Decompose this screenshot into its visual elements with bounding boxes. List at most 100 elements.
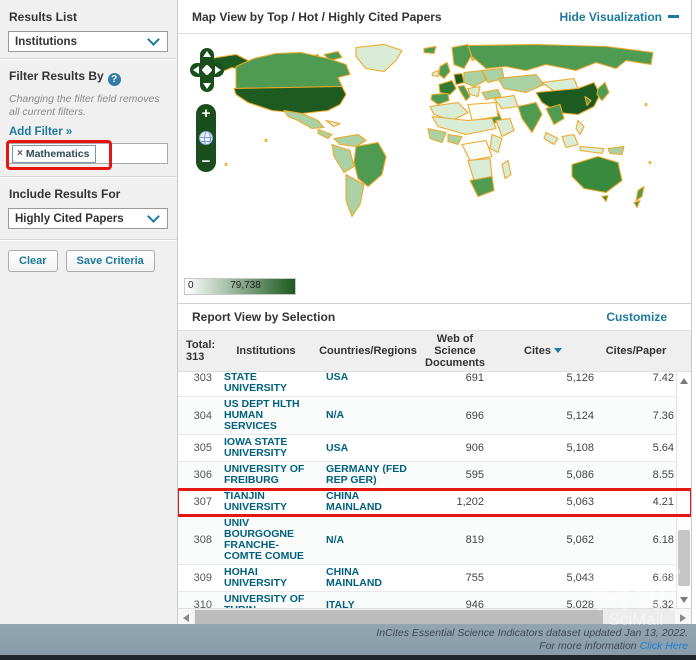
table-row[interactable]: 307TIANJINUNIVERSITYCHINAMAINLAND1,2025,… [178, 489, 677, 516]
row-rank: 305 [180, 442, 216, 454]
table-body-rows: 303INSTITUTE &STATEUNIVERSITYUSA6915,126… [178, 372, 677, 608]
include-results-select[interactable]: Highly Cited Papers [8, 208, 168, 229]
column-header-docs[interactable]: Web of Science Documents [420, 333, 490, 369]
institution-link[interactable]: US DEPT HLTHHUMANSERVICES [216, 399, 316, 432]
cites-per-paper-cell: 7.36 [596, 410, 676, 422]
clear-button[interactable]: Clear [8, 250, 58, 272]
zoom-in-button[interactable]: + [202, 107, 211, 121]
vertical-scrollbar-thumb[interactable] [678, 530, 690, 586]
country-cell: GERMANY (FEDREP GER) [316, 464, 420, 486]
include-results-selected-value: Highly Cited Papers [9, 213, 149, 225]
institution-link[interactable]: UNIVBOURGOGNEFRANCHE-COMTE COMUE [216, 518, 316, 562]
horizontal-scrollbar-thumb[interactable] [195, 610, 603, 625]
app-window: Results List Institutions Filter Results… [0, 0, 696, 660]
institution-link[interactable]: UNIVERSITY OFFREIBURG [216, 464, 316, 486]
institution-link[interactable]: IOWA STATEUNIVERSITY [216, 437, 316, 459]
add-filter-link[interactable]: Add Filter » [9, 126, 169, 138]
row-rank: 306 [180, 469, 216, 481]
institution-link[interactable]: INSTITUTE &STATEUNIVERSITY [216, 372, 316, 394]
table-row[interactable]: 305IOWA STATEUNIVERSITYUSA9065,1085.64 [178, 435, 677, 462]
results-list-selected-value: Institutions [9, 36, 149, 48]
hide-visualization-link[interactable]: Hide Visualization [560, 10, 679, 24]
docs-cell: 696 [420, 410, 490, 422]
docs-cell: 691 [420, 372, 490, 384]
cites-per-paper-cell: 4.21 [596, 496, 676, 508]
cites-cell: 5,063 [490, 496, 596, 508]
map-view-title: Map View by Top / Hot / Highly Cited Pap… [192, 10, 442, 24]
cites-cell: 5,086 [490, 469, 596, 481]
choropleth-map-svg[interactable] [206, 42, 658, 252]
country-cell: N/A [316, 410, 420, 421]
vertical-scrollbar[interactable] [676, 372, 691, 608]
country-cell: CHINAMAINLAND [316, 567, 420, 589]
help-icon[interactable]: ? [108, 73, 121, 86]
row-rank: 310 [180, 599, 216, 608]
world-map[interactable]: + − [178, 34, 691, 274]
footer-bar: InCites Essential Science Indicators dat… [0, 624, 696, 655]
chevron-down-icon [147, 210, 160, 223]
institution-link[interactable]: UNIVERSITY OFTURIN [216, 594, 316, 608]
institution-link[interactable]: TIANJINUNIVERSITY [216, 491, 316, 513]
total-count: Total: 313 [180, 339, 216, 363]
map-color-scale: 0 79,738 [184, 278, 296, 295]
table-scroll-viewport: 303INSTITUTE &STATEUNIVERSITYUSA6915,126… [178, 372, 691, 608]
table-row[interactable]: 309HOHAIUNIVERSITYCHINAMAINLAND7555,0436… [178, 565, 677, 592]
chevron-down-icon [147, 33, 160, 46]
filter-results-label: Filter Results By? [9, 69, 169, 86]
column-header-cites-sorted[interactable]: Cites [490, 345, 596, 357]
cites-per-paper-cell: 6.18 [596, 534, 676, 546]
country-cell: USA [316, 372, 420, 383]
map-zoom-control[interactable]: + − [196, 104, 216, 172]
filter-input[interactable]: × Mathematics [8, 143, 168, 164]
cites-cell: 5,124 [490, 410, 596, 422]
dataset-update-notice: InCites Essential Science Indicators dat… [0, 627, 688, 640]
pan-up-icon[interactable] [203, 51, 211, 57]
cites-per-paper-cell: 7.42 [596, 372, 676, 384]
cites-cell: 5,043 [490, 572, 596, 584]
column-header-cites-per-paper[interactable]: Cites/Paper [596, 345, 676, 357]
cites-cell: 5,108 [490, 442, 596, 454]
column-header-countries[interactable]: Countries/Regions [316, 345, 420, 357]
scroll-down-icon[interactable] [680, 597, 688, 603]
map-pan-control[interactable] [190, 48, 224, 92]
table-row[interactable]: 310UNIVERSITY OFTURINITALY9465,0285.32 [178, 592, 677, 608]
save-criteria-button[interactable]: Save Criteria [66, 250, 155, 272]
row-rank: 303 [180, 372, 216, 384]
docs-cell: 595 [420, 469, 490, 481]
pan-left-icon[interactable] [193, 66, 199, 74]
customize-link[interactable]: Customize [606, 310, 667, 324]
pan-right-icon[interactable] [215, 66, 221, 74]
country-cell: USA [316, 443, 420, 454]
filter-tag-label: Mathematics [26, 148, 90, 160]
institution-link[interactable]: HOHAIUNIVERSITY [216, 567, 316, 589]
table-row[interactable]: 304US DEPT HLTHHUMANSERVICESN/A6965,1247… [178, 397, 677, 435]
cites-cell: 5,126 [490, 372, 596, 384]
docs-cell: 755 [420, 572, 490, 584]
country-cell: ITALY [316, 600, 420, 609]
zoom-out-button[interactable]: − [202, 155, 211, 169]
column-header-institutions[interactable]: Institutions [216, 345, 316, 357]
filter-tag-mathematics[interactable]: × Mathematics [12, 145, 96, 163]
pan-down-icon[interactable] [203, 83, 211, 89]
report-view-title: Report View by Selection [192, 310, 335, 324]
cites-per-paper-cell: 8.55 [596, 469, 676, 481]
results-list-select[interactable]: Institutions [8, 31, 168, 52]
docs-cell: 906 [420, 442, 490, 454]
cites-per-paper-cell: 5.64 [596, 442, 676, 454]
row-rank: 304 [180, 410, 216, 422]
country-cell: CHINAMAINLAND [316, 491, 420, 513]
bottom-border-strip [0, 655, 696, 660]
include-results-label: Include Results For [9, 187, 169, 201]
docs-cell: 1,202 [420, 496, 490, 508]
cites-cell: 5,028 [490, 599, 596, 608]
row-rank: 308 [180, 534, 216, 546]
scroll-up-icon[interactable] [680, 378, 688, 384]
table-row[interactable]: 303INSTITUTE &STATEUNIVERSITYUSA6915,126… [178, 372, 677, 397]
remove-filter-icon[interactable]: × [17, 148, 23, 159]
table-row[interactable]: 306UNIVERSITY OFFREIBURGGERMANY (FEDREP … [178, 462, 677, 489]
globe-reset-icon[interactable] [199, 131, 213, 145]
country-cell: N/A [316, 535, 420, 546]
click-here-link[interactable]: Click Here [640, 640, 688, 652]
table-row[interactable]: 308UNIVBOURGOGNEFRANCHE-COMTE COMUEN/A81… [178, 516, 677, 565]
filter-note: Changing the filter field removes all cu… [9, 93, 168, 119]
